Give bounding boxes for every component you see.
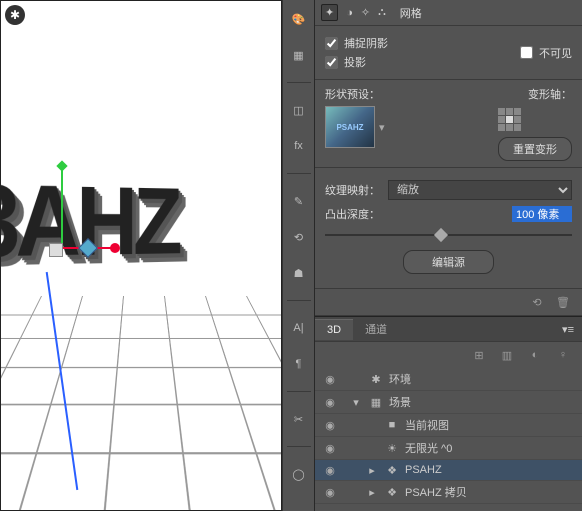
layer-type-icon: ■ <box>385 419 399 431</box>
visibility-eye-icon[interactable]: ◉ <box>323 463 337 477</box>
filter-material-icon[interactable]: ◐ <box>526 346 544 364</box>
layer-filter-row: ⊞ ▥ ◐ ♀ <box>315 342 582 368</box>
filter-light-icon[interactable]: ♀ <box>554 346 572 364</box>
ground-plane <box>1 296 281 510</box>
layer-name: PSAHZ <box>405 464 442 476</box>
mesh-tab[interactable]: 网格 <box>394 3 428 23</box>
texture-mapping-label: 纹理映射： <box>325 182 380 198</box>
grid-icon[interactable]: ▦ <box>288 44 310 66</box>
invisible-label: 不可见 <box>539 45 572 61</box>
axis-y[interactable] <box>61 168 63 248</box>
extrude-depth-input[interactable] <box>512 206 572 222</box>
sparkle-icon[interactable]: ✧ <box>361 6 370 19</box>
extrude-depth-label: 凸出深度： <box>325 206 380 222</box>
panel-tabs: 3D 通道 ▾≡ <box>315 316 582 342</box>
layer-row[interactable]: ◉ ☀ 无限光 ^0 <box>315 437 582 460</box>
visibility-eye-icon[interactable]: ◉ <box>323 395 337 409</box>
tab-3d[interactable]: 3D <box>315 319 353 340</box>
people-icon[interactable]: ☗ <box>288 262 310 284</box>
layer-row[interactable]: ◉ ▸ ❖ PSAHZ <box>315 460 582 481</box>
filter-mesh-icon[interactable]: ▥ <box>498 346 516 364</box>
gizmo-origin[interactable] <box>49 243 63 257</box>
paragraph-icon[interactable]: ¶ <box>288 353 310 375</box>
layer-list: ◉ ✱ 环境 ◉ ▾ ▦ 场景 ◉ ■ 当前视图 ◉ ☀ 无限光 ^0 ◉ ▸ ❖ PSAHZ ◉ ▸ ❖ PSAHZ … <box>315 368 582 511</box>
3d-viewport[interactable]: ✱ 3AHZ <box>0 0 282 511</box>
layer-name: 场景 <box>389 394 411 410</box>
panel-actions: ⟲ 🗑 <box>315 289 582 316</box>
layer-type-icon: ☀ <box>385 442 399 455</box>
3d-text-object[interactable]: 3AHZ <box>0 162 178 282</box>
extrude-depth-slider[interactable] <box>325 228 572 242</box>
layer-row[interactable]: ◉ ▸ ❖ PSAHZ 拷贝 <box>315 481 582 504</box>
deform-axis-label: 变形轴： <box>498 86 572 102</box>
invisible-checkbox[interactable] <box>520 46 533 59</box>
cc-libraries-icon[interactable]: ◯ <box>288 463 310 485</box>
reset-icon[interactable]: ⟲ <box>528 293 546 311</box>
cast-shadow-label: 投影 <box>344 54 366 70</box>
expand-arrow-icon[interactable]: ▸ <box>365 464 379 477</box>
reset-deform-button[interactable]: 重置变形 <box>498 137 572 161</box>
expand-arrow-icon[interactable]: ▾ <box>349 396 363 409</box>
layer-type-icon: ❖ <box>385 464 399 477</box>
mesh-tab-row: ✦ ◑ ✧ ⛬ 网格 <box>315 0 582 26</box>
layer-type-icon: ▦ <box>369 396 383 409</box>
visibility-eye-icon[interactable]: ◉ <box>323 418 337 432</box>
layer-type-icon: ✱ <box>369 373 383 386</box>
shape-preset-label: 形状预设： <box>325 86 385 102</box>
shape-section: 形状预设： PSAHZ ▾ 变形轴： 重置变形 <box>315 80 582 168</box>
color-theme-icon[interactable]: 🎨 <box>288 8 310 30</box>
layer-name: 环境 <box>389 371 411 387</box>
viewport-menu-icon[interactable]: ✱ <box>5 5 25 25</box>
capture-shadow-checkbox[interactable] <box>325 37 338 50</box>
visibility-eye-icon[interactable]: ◉ <box>323 441 337 455</box>
crossed-tools-icon[interactable]: ✂ <box>288 408 310 430</box>
filter-all-icon[interactable]: ⊞ <box>470 346 488 364</box>
deform-axis-grid[interactable] <box>498 108 572 131</box>
layer-name: 无限光 ^0 <box>405 440 452 456</box>
layer-row[interactable]: ◉ ✱ 环境 <box>315 368 582 391</box>
trash-icon[interactable]: 🗑 <box>554 293 572 311</box>
effects-icon[interactable]: fx <box>288 135 310 157</box>
clone-tool-icon[interactable]: ⟲ <box>288 226 310 248</box>
bug-icon[interactable]: ⛬ <box>378 6 386 19</box>
shape-preset-thumb[interactable]: PSAHZ <box>325 106 375 148</box>
expand-arrow-icon[interactable]: ▸ <box>365 486 379 499</box>
chevron-down-icon[interactable]: ▾ <box>379 121 385 134</box>
visibility-eye-icon[interactable]: ◉ <box>323 485 337 499</box>
tool-column: 🎨 ▦ ◫ fx ✎ ⟲ ☗ A| ¶ ✂ ◯ <box>282 0 315 511</box>
panel-menu-icon[interactable]: ▾≡ <box>554 323 582 336</box>
edit-source-button[interactable]: 编辑源 <box>403 250 494 274</box>
brush-tool-icon[interactable]: ✎ <box>288 190 310 212</box>
shadow-section: 捕捉阴影 投影 不可见 <box>315 26 582 80</box>
star-icon[interactable]: ✦ <box>321 4 338 21</box>
texture-mapping-select[interactable]: 缩放 <box>388 180 572 200</box>
texture-section: 纹理映射： 缩放 凸出深度： 编辑源 <box>315 168 582 289</box>
layer-type-icon: ❖ <box>385 486 399 499</box>
visibility-eye-icon[interactable]: ◉ <box>323 372 337 386</box>
layer-row[interactable]: ◉ ▾ ▦ 场景 <box>315 391 582 414</box>
properties-panel: ✦ ◑ ✧ ⛬ 网格 捕捉阴影 投影 不可见 <box>315 0 582 511</box>
type-tool-icon[interactable]: A| <box>288 317 310 339</box>
layer-name: 当前视图 <box>405 417 449 433</box>
object-icon[interactable]: ◫ <box>288 99 310 121</box>
sphere-icon[interactable]: ◑ <box>346 7 353 19</box>
tab-channels[interactable]: 通道 <box>353 317 399 341</box>
layer-row[interactable]: ◉ ■ 当前视图 <box>315 414 582 437</box>
layer-name: PSAHZ 拷贝 <box>405 484 467 500</box>
capture-shadow-label: 捕捉阴影 <box>344 35 388 51</box>
cast-shadow-checkbox[interactable] <box>325 56 338 69</box>
